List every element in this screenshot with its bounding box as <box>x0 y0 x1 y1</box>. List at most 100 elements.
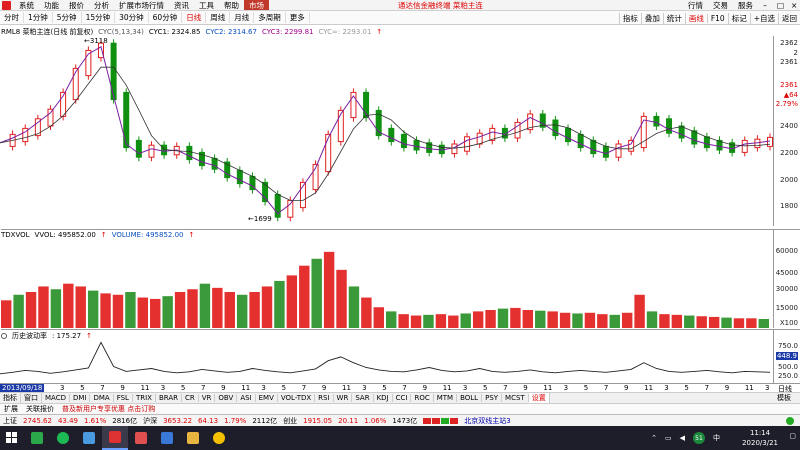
price-chart[interactable] <box>0 36 773 226</box>
toolbar-draw-button[interactable]: 画线 <box>684 12 707 24</box>
tab-mtm[interactable]: MTM <box>434 394 458 402</box>
tab-settings[interactable]: 设置 <box>528 393 550 403</box>
tab-dma[interactable]: DMA <box>90 394 114 402</box>
toolbar-stats-button[interactable]: 统计 <box>662 12 685 24</box>
volume-bar <box>398 314 409 328</box>
tray-language[interactable]: 中 <box>713 433 720 443</box>
taskbar-app-6-icon[interactable] <box>154 426 180 450</box>
taskbar-app-8-icon[interactable] <box>206 426 232 450</box>
taskbar-wechat-icon[interactable] <box>50 426 76 450</box>
tab-wr[interactable]: WR <box>334 394 353 402</box>
menu-item-analysis[interactable]: 分析 <box>89 0 114 10</box>
server-name[interactable]: 北京双线主站3 <box>461 416 513 426</box>
date-tick: 5 <box>80 384 85 392</box>
tab-kdj[interactable]: KDJ <box>374 394 393 402</box>
toolbar-mark-button[interactable]: 标记 <box>727 12 750 24</box>
period-tick[interactable]: 分时 <box>0 12 24 23</box>
tab-psy[interactable]: PSY <box>482 394 503 402</box>
volatility-chart[interactable] <box>0 338 773 383</box>
toolbar-indicator-button[interactable]: 指标 <box>618 12 641 24</box>
menu-right-trade[interactable]: 交易 <box>708 0 733 10</box>
menu-item-news[interactable]: 资讯 <box>169 0 194 10</box>
tab-cr[interactable]: CR <box>182 394 199 402</box>
date-tick: 11 <box>342 384 351 392</box>
template-button[interactable]: 模板 <box>774 393 794 403</box>
taskbar-app-5-icon[interactable] <box>128 426 154 450</box>
tray-chevron-icon[interactable]: ⌃ <box>651 434 657 442</box>
period-monthly[interactable]: 月线 <box>230 12 255 23</box>
tab-boll[interactable]: BOLL <box>457 394 483 402</box>
notification-icon[interactable]: ▢ <box>789 432 796 440</box>
period-5min[interactable]: 5分钟 <box>53 12 82 23</box>
tab-indicator[interactable]: 指标 <box>0 393 21 403</box>
minimize-button[interactable]: – <box>758 1 772 10</box>
toolbar-f10-button[interactable]: F10 <box>706 13 728 23</box>
close-button[interactable]: × <box>786 1 800 10</box>
volume-bar <box>50 289 62 328</box>
cyc-params: CYC(5,13,34) <box>98 28 144 36</box>
tab-window[interactable]: 窗口 <box>21 393 42 403</box>
menu-item-ext-market[interactable]: 扩展市场行情 <box>114 0 169 10</box>
promo-link[interactable]: 普及新用户专享优惠 点击订购 <box>58 404 159 414</box>
period-weekly[interactable]: 周线 <box>206 12 231 23</box>
toolbar-overlay-button[interactable]: 叠加 <box>640 12 663 24</box>
taskbar-clock[interactable]: 11:14 2020/3/21 <box>742 428 778 448</box>
volume-bar <box>597 314 608 328</box>
tab-mcst[interactable]: MCST <box>502 394 529 402</box>
menu-item-market[interactable]: 市场 <box>244 0 269 10</box>
tab-vr[interactable]: VR <box>199 394 216 402</box>
tab-fsl[interactable]: FSL <box>114 394 133 402</box>
menu-item-quote[interactable]: 报价 <box>64 0 89 10</box>
tab-vol-tdx[interactable]: VOL-TDX <box>278 394 316 402</box>
price-axis-last: 2361 <box>780 58 798 66</box>
taskbar-app-3-icon[interactable] <box>76 426 102 450</box>
period-1min[interactable]: 1分钟 <box>24 12 53 23</box>
tab-obv[interactable]: OBV <box>215 394 238 402</box>
menu-right-service[interactable]: 服务 <box>733 0 758 10</box>
tab-emv[interactable]: EMV <box>256 394 278 402</box>
price-tick-2200: 2200 <box>780 149 798 157</box>
period-15min[interactable]: 15分钟 <box>82 12 116 23</box>
taskbar-folder-icon[interactable] <box>180 426 206 450</box>
period-more[interactable]: 更多 <box>286 12 310 23</box>
tab-asi[interactable]: ASI <box>237 394 256 402</box>
tab-roc[interactable]: ROC <box>411 394 434 402</box>
period-60min[interactable]: 60分钟 <box>149 12 183 23</box>
maximize-button[interactable]: □ <box>772 1 786 10</box>
tray-app-icon[interactable]: 51 <box>693 432 705 444</box>
related-quote-button[interactable]: 关联报价 <box>22 404 58 414</box>
tab-cci[interactable]: CCI <box>393 394 412 402</box>
tray-volume-icon[interactable]: ◀ <box>680 434 685 442</box>
menu-item-system[interactable]: 系统 <box>14 0 39 10</box>
tab-sar[interactable]: SAR <box>352 394 374 402</box>
ext-button[interactable]: 扩展 <box>0 404 22 414</box>
menu-item-help[interactable]: 帮助 <box>219 0 244 10</box>
period-multi[interactable]: 多周期 <box>254 12 286 23</box>
taskbar-app-1-icon[interactable] <box>24 426 50 450</box>
candle-body <box>678 125 685 139</box>
toolbar-add-watchlist-button[interactable]: +自选 <box>749 12 778 24</box>
volume-chart[interactable] <box>0 238 773 328</box>
menu-item-function[interactable]: 功能 <box>39 0 64 10</box>
period-toolbar: 分时 1分钟 5分钟 15分钟 30分钟 60分钟 日线 周线 月线 多周期 更… <box>0 11 800 25</box>
volume-bar <box>584 312 596 328</box>
tray-network-icon[interactable]: ▭ <box>665 434 672 442</box>
menu-item-tools[interactable]: 工具 <box>194 0 219 10</box>
volume-bar <box>634 294 645 328</box>
period-daily[interactable]: 日线 <box>182 12 207 23</box>
tab-dmi[interactable]: DMI <box>70 394 91 402</box>
taskbar-tdx-icon[interactable] <box>102 426 128 450</box>
period-30min[interactable]: 30分钟 <box>115 12 149 23</box>
volume-bar <box>236 294 248 328</box>
tab-macd[interactable]: MACD <box>42 394 70 402</box>
menu-right-quotes[interactable]: 行情 <box>683 0 708 10</box>
tab-trix[interactable]: TRIX <box>133 394 156 402</box>
toolbar-back-button[interactable]: 返回 <box>778 12 800 24</box>
volume-bar <box>150 298 161 328</box>
date-tick: 3 <box>160 384 166 392</box>
windows-start-icon[interactable] <box>0 426 24 450</box>
tab-rsi[interactable]: RSI <box>315 394 334 402</box>
volume-bar <box>721 317 732 328</box>
date-tick: 7 <box>503 384 508 392</box>
tab-brar[interactable]: BRAR <box>156 394 182 402</box>
